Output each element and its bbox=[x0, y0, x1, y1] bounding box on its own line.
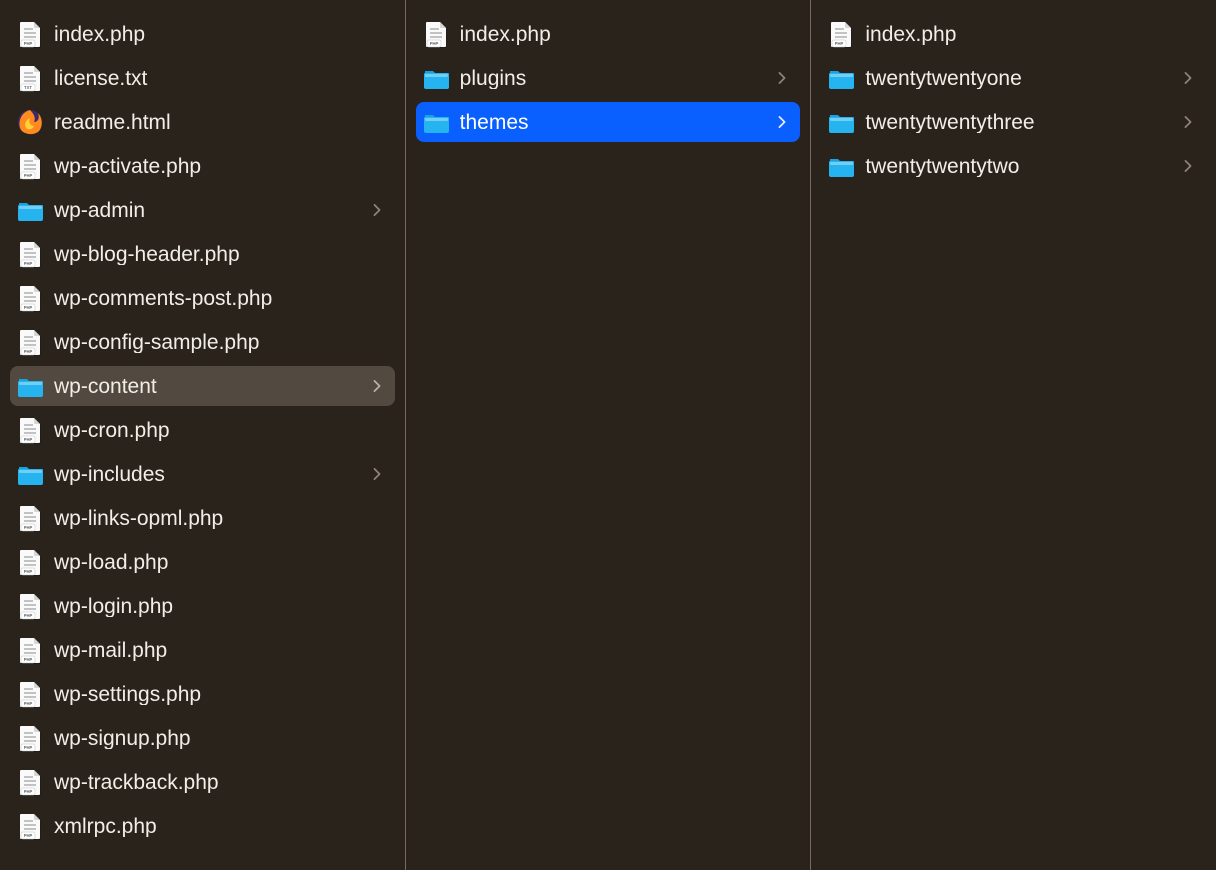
chevron-right-icon bbox=[1180, 114, 1196, 130]
file-item[interactable]: index.php bbox=[10, 14, 395, 54]
item-label: wp-config-sample.php bbox=[54, 332, 385, 353]
item-label: wp-comments-post.php bbox=[54, 288, 385, 309]
item-label: twentytwentyone bbox=[865, 68, 1180, 89]
chevron-right-icon bbox=[1180, 70, 1196, 86]
file-item[interactable]: readme.html bbox=[10, 102, 395, 142]
file-item[interactable]: wp-cron.php bbox=[10, 410, 395, 450]
folder-icon bbox=[422, 108, 450, 136]
item-label: wp-login.php bbox=[54, 596, 385, 617]
file-item[interactable]: xmlrpc.php bbox=[10, 806, 395, 846]
folder-icon bbox=[827, 108, 855, 136]
php-file-icon bbox=[16, 724, 44, 752]
chevron-right-icon bbox=[369, 466, 385, 482]
item-label: wp-trackback.php bbox=[54, 772, 385, 793]
folder-icon bbox=[16, 196, 44, 224]
folder-icon bbox=[422, 64, 450, 92]
item-label: wp-signup.php bbox=[54, 728, 385, 749]
chevron-right-icon bbox=[774, 70, 790, 86]
file-item[interactable]: wp-links-opml.php bbox=[10, 498, 395, 538]
item-label: index.php bbox=[865, 24, 1196, 45]
item-label: wp-settings.php bbox=[54, 684, 385, 705]
column-1[interactable]: index.php plugins themes bbox=[406, 0, 812, 870]
php-file-icon bbox=[16, 636, 44, 664]
item-label: wp-cron.php bbox=[54, 420, 385, 441]
file-item[interactable]: wp-blog-header.php bbox=[10, 234, 395, 274]
php-file-icon bbox=[16, 240, 44, 268]
chevron-right-icon bbox=[1180, 158, 1196, 174]
folder-icon bbox=[827, 152, 855, 180]
folder-item[interactable]: wp-includes bbox=[10, 454, 395, 494]
folder-icon bbox=[16, 372, 44, 400]
html-file-icon bbox=[16, 108, 44, 136]
chevron-right-icon bbox=[369, 378, 385, 394]
item-label: wp-includes bbox=[54, 464, 369, 485]
item-label: wp-content bbox=[54, 376, 369, 397]
item-label: readme.html bbox=[54, 112, 385, 133]
folder-item[interactable]: twentytwentythree bbox=[821, 102, 1206, 142]
php-file-icon bbox=[16, 284, 44, 312]
folder-item[interactable]: twentytwentytwo bbox=[821, 146, 1206, 186]
folder-icon bbox=[827, 64, 855, 92]
item-label: wp-activate.php bbox=[54, 156, 385, 177]
item-label: wp-admin bbox=[54, 200, 369, 221]
php-file-icon bbox=[827, 20, 855, 48]
chevron-right-icon bbox=[369, 202, 385, 218]
php-file-icon bbox=[16, 20, 44, 48]
php-file-icon bbox=[16, 152, 44, 180]
item-label: twentytwentytwo bbox=[865, 156, 1180, 177]
folder-item[interactable]: themes bbox=[416, 102, 801, 142]
item-label: license.txt bbox=[54, 68, 385, 89]
item-label: index.php bbox=[460, 24, 791, 45]
item-label: plugins bbox=[460, 68, 775, 89]
php-file-icon bbox=[16, 504, 44, 532]
file-item[interactable]: wp-activate.php bbox=[10, 146, 395, 186]
file-item[interactable]: wp-config-sample.php bbox=[10, 322, 395, 362]
folder-icon bbox=[16, 460, 44, 488]
php-file-icon bbox=[16, 548, 44, 576]
file-item[interactable]: wp-settings.php bbox=[10, 674, 395, 714]
item-label: wp-blog-header.php bbox=[54, 244, 385, 265]
folder-item[interactable]: plugins bbox=[416, 58, 801, 98]
item-label: wp-mail.php bbox=[54, 640, 385, 661]
file-item[interactable]: wp-login.php bbox=[10, 586, 395, 626]
folder-item[interactable]: twentytwentyone bbox=[821, 58, 1206, 98]
file-item[interactable]: index.php bbox=[416, 14, 801, 54]
folder-item[interactable]: wp-content bbox=[10, 366, 395, 406]
file-item[interactable]: index.php bbox=[821, 14, 1206, 54]
finder-column-view: index.php license.txt readme.html wp-activa… bbox=[0, 0, 1216, 870]
folder-item[interactable]: wp-admin bbox=[10, 190, 395, 230]
file-item[interactable]: wp-signup.php bbox=[10, 718, 395, 758]
file-item[interactable]: license.txt bbox=[10, 58, 395, 98]
item-label: index.php bbox=[54, 24, 385, 45]
php-file-icon bbox=[16, 812, 44, 840]
item-label: themes bbox=[460, 112, 775, 133]
column-2[interactable]: index.php twentytwentyone twentytwentythre… bbox=[811, 0, 1216, 870]
php-file-icon bbox=[422, 20, 450, 48]
file-item[interactable]: wp-mail.php bbox=[10, 630, 395, 670]
file-item[interactable]: wp-comments-post.php bbox=[10, 278, 395, 318]
item-label: wp-links-opml.php bbox=[54, 508, 385, 529]
php-file-icon bbox=[16, 328, 44, 356]
item-label: wp-load.php bbox=[54, 552, 385, 573]
item-label: twentytwentythree bbox=[865, 112, 1180, 133]
php-file-icon bbox=[16, 592, 44, 620]
php-file-icon bbox=[16, 768, 44, 796]
php-file-icon bbox=[16, 680, 44, 708]
column-0[interactable]: index.php license.txt readme.html wp-activa… bbox=[0, 0, 406, 870]
file-item[interactable]: wp-trackback.php bbox=[10, 762, 395, 802]
item-label: xmlrpc.php bbox=[54, 816, 385, 837]
txt-file-icon bbox=[16, 64, 44, 92]
chevron-right-icon bbox=[774, 114, 790, 130]
file-item[interactable]: wp-load.php bbox=[10, 542, 395, 582]
php-file-icon bbox=[16, 416, 44, 444]
